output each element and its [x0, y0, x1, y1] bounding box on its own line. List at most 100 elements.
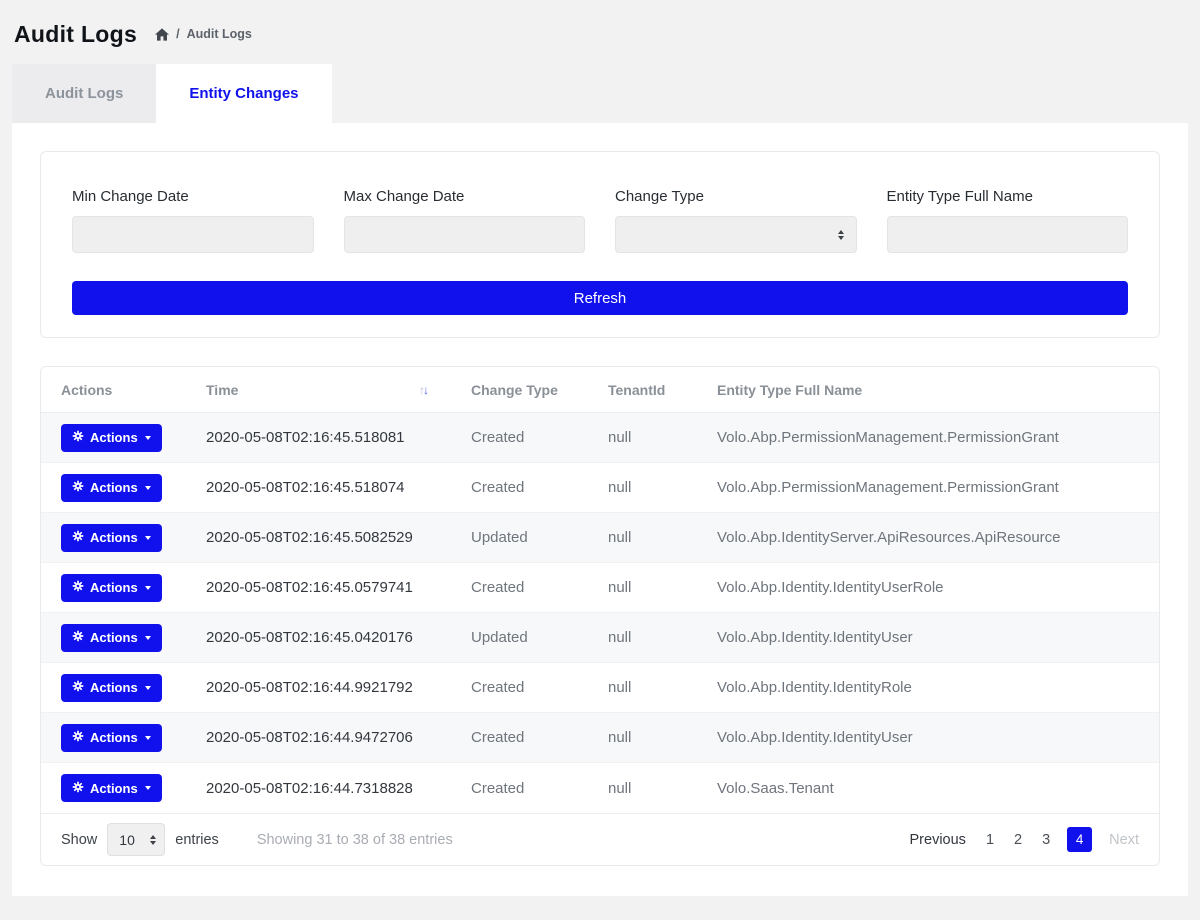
table-footer: Show 10 entries Showing 31 to 38 of 38 e…: [41, 813, 1159, 865]
entity-type-full-name-input[interactable]: [887, 216, 1129, 253]
row-change-type: Created: [451, 679, 588, 696]
tab-entity-changes[interactable]: Entity Changes: [156, 64, 331, 123]
topbar: Audit Logs / Audit Logs: [0, 0, 1200, 64]
row-actions-button-label: Actions: [90, 530, 138, 545]
row-change-type: Created: [451, 729, 588, 746]
row-actions-cell: Actions: [41, 774, 186, 802]
page-size-value: 10: [119, 832, 135, 848]
row-entity-type: Volo.Abp.Identity.IdentityUserRole: [697, 579, 1159, 596]
row-entity-type: Volo.Abp.Identity.IdentityUser: [697, 629, 1159, 646]
gear-icon: [72, 430, 84, 445]
row-tenant-id: null: [588, 729, 697, 746]
min-change-date-label: Min Change Date: [72, 188, 314, 205]
row-actions-button-label: Actions: [90, 680, 138, 695]
row-change-type: Updated: [451, 629, 588, 646]
table-header-row: Actions Time ↑↓ Change Type TenantId Ent…: [41, 367, 1159, 413]
row-change-type: Created: [451, 579, 588, 596]
row-actions-button[interactable]: Actions: [61, 424, 162, 452]
row-time: 2020-05-08T02:16:44.7318828: [186, 780, 451, 797]
gear-icon: [72, 730, 84, 745]
table-row: Actions 2020-05-08T02:16:45.5082529 Upda…: [41, 513, 1159, 563]
row-actions-cell: Actions: [41, 674, 186, 702]
filter-grid: Min Change Date Max Change Date Change T…: [72, 188, 1128, 253]
breadcrumb: / Audit Logs: [155, 27, 252, 41]
breadcrumb-separator: /: [176, 27, 179, 41]
row-actions-button[interactable]: Actions: [61, 724, 162, 752]
row-tenant-id: null: [588, 579, 697, 596]
gear-icon: [72, 530, 84, 545]
gear-icon: [72, 580, 84, 595]
pagination-page-3[interactable]: 3: [1032, 832, 1060, 848]
row-tenant-id: null: [588, 780, 697, 797]
entity-type-full-name-label: Entity Type Full Name: [887, 188, 1129, 205]
page-title: Audit Logs: [14, 21, 137, 48]
row-actions-button[interactable]: Actions: [61, 524, 162, 552]
pagination-next[interactable]: Next: [1109, 832, 1139, 848]
table-row: Actions 2020-05-08T02:16:44.9472706 Crea…: [41, 713, 1159, 763]
show-label: Show: [61, 832, 97, 848]
row-tenant-id: null: [588, 679, 697, 696]
table-row: Actions 2020-05-08T02:16:45.518081 Creat…: [41, 413, 1159, 463]
pagination-page-1[interactable]: 1: [976, 832, 1004, 848]
caret-down-icon: [145, 436, 151, 440]
row-actions-button-label: Actions: [90, 430, 138, 445]
caret-down-icon: [145, 786, 151, 790]
table-row: Actions 2020-05-08T02:16:45.518074 Creat…: [41, 463, 1159, 513]
home-icon[interactable]: [155, 28, 169, 41]
gear-icon: [72, 781, 84, 796]
caret-down-icon: [145, 736, 151, 740]
entries-label: entries: [175, 832, 219, 848]
caret-down-icon: [145, 686, 151, 690]
table-body: Actions 2020-05-08T02:16:45.518081 Creat…: [41, 413, 1159, 813]
row-actions-button-label: Actions: [90, 781, 138, 796]
row-change-type: Created: [451, 780, 588, 797]
row-time: 2020-05-08T02:16:44.9472706: [186, 729, 451, 746]
row-actions-cell: Actions: [41, 624, 186, 652]
row-tenant-id: null: [588, 529, 697, 546]
refresh-button[interactable]: Refresh: [72, 281, 1128, 315]
filter-card: Min Change Date Max Change Date Change T…: [40, 151, 1160, 338]
min-change-date-input[interactable]: [72, 216, 314, 253]
row-actions-cell: Actions: [41, 424, 186, 452]
pagination-page-2[interactable]: 2: [1004, 832, 1032, 848]
field-min-change-date: Min Change Date: [72, 188, 314, 253]
gear-icon: [72, 480, 84, 495]
col-header-time[interactable]: Time ↑↓: [186, 382, 451, 398]
row-actions-cell: Actions: [41, 524, 186, 552]
row-actions-button[interactable]: Actions: [61, 624, 162, 652]
field-entity-type-full-name: Entity Type Full Name: [887, 188, 1129, 253]
row-actions-button-label: Actions: [90, 580, 138, 595]
row-time: 2020-05-08T02:16:45.5082529: [186, 529, 451, 546]
row-change-type: Created: [451, 429, 588, 446]
max-change-date-label: Max Change Date: [344, 188, 586, 205]
tab-audit-logs[interactable]: Audit Logs: [12, 64, 156, 123]
row-time: 2020-05-08T02:16:45.0579741: [186, 579, 451, 596]
main-content: Min Change Date Max Change Date Change T…: [12, 123, 1188, 896]
caret-down-icon: [145, 586, 151, 590]
row-entity-type: Volo.Saas.Tenant: [697, 780, 1159, 797]
pagination-page-4-active[interactable]: 4: [1067, 827, 1092, 852]
caret-down-icon: [145, 636, 151, 640]
row-tenant-id: null: [588, 429, 697, 446]
row-actions-button[interactable]: Actions: [61, 774, 162, 802]
row-entity-type: Volo.Abp.IdentityServer.ApiResources.Api…: [697, 529, 1159, 546]
row-change-type: Updated: [451, 529, 588, 546]
max-change-date-input[interactable]: [344, 216, 586, 253]
pagination-previous[interactable]: Previous: [910, 832, 966, 848]
col-header-entity-type-full-name: Entity Type Full Name: [697, 382, 1159, 398]
row-tenant-id: null: [588, 479, 697, 496]
col-header-change-type: Change Type: [451, 382, 588, 398]
caret-down-icon: [145, 536, 151, 540]
row-actions-button[interactable]: Actions: [61, 574, 162, 602]
table-row: Actions 2020-05-08T02:16:44.9921792 Crea…: [41, 663, 1159, 713]
col-header-tenant-id: TenantId: [588, 382, 697, 398]
row-entity-type: Volo.Abp.Identity.IdentityUser: [697, 729, 1159, 746]
gear-icon: [72, 680, 84, 695]
row-actions-button-label: Actions: [90, 480, 138, 495]
sort-icon[interactable]: ↑↓: [419, 383, 429, 397]
row-actions-button-label: Actions: [90, 630, 138, 645]
row-actions-button[interactable]: Actions: [61, 674, 162, 702]
row-actions-button[interactable]: Actions: [61, 474, 162, 502]
page-size-select[interactable]: 10: [107, 823, 165, 856]
change-type-select[interactable]: [615, 216, 857, 253]
